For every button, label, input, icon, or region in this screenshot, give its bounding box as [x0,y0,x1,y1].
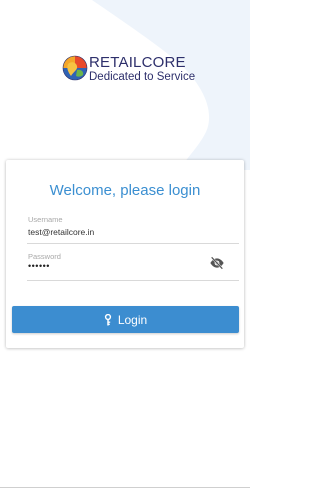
eye-off-icon[interactable] [209,255,225,271]
key-icon [104,313,111,325]
retailcore-globe-logo-icon [62,55,88,81]
password-input[interactable]: •••••• [28,261,50,271]
brand-logo: RETAILCORE Dedicated to Service [62,54,196,84]
login-button-label: Login [117,312,148,327]
username-label: Username [28,215,63,224]
login-title: Welcome, please login [49,182,201,199]
username-field: Username [27,215,239,244]
login-card: Welcome, please login Username Password … [6,160,244,348]
password-field: Password •••••• [27,252,239,281]
password-label: Password [28,252,61,261]
brand-name: RETAILCORE [89,54,186,71]
username-input[interactable] [27,224,209,240]
login-button[interactable]: Login [12,306,239,333]
brand-tagline: Dedicated to Service [89,71,196,83]
bottom-divider [0,487,250,488]
login-screen: RETAILCORE Dedicated to Service Welcome,… [0,0,250,490]
